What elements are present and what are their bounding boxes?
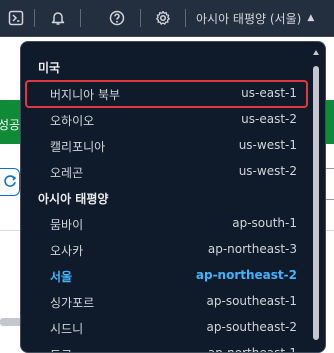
region-selector-label: 아시아 태평양 (서울) [196,11,302,26]
refresh-icon [4,175,17,187]
settings-button[interactable] [145,0,181,36]
region-name: 뭄바이 [50,218,84,232]
region-code: us-west-1 [238,138,297,152]
help-button[interactable] [99,0,135,36]
region-name: 오하이오 [50,114,95,128]
region-item-ap-northeast-3[interactable]: 오사카 ap-northeast-3 [25,236,308,264]
region-code: ap-northeast-3 [207,242,297,256]
region-item-us-west-2[interactable]: 오레곤 us-west-2 [25,158,308,186]
region-item-ap-southeast-1[interactable]: 싱가포르 ap-southeast-1 [25,288,308,316]
bell-icon [51,12,65,25]
region-item-us-east-1[interactable]: 버지니아 북부 us-east-1 [25,80,308,108]
region-code: ap-southeast-2 [206,320,297,334]
group-label-asia-pacific: 아시아 태평양 [38,192,109,206]
help-icon [109,10,125,26]
region-item-ap-south-1[interactable]: 뭄바이 ap-south-1 [25,210,308,238]
region-name: 오레곤 [50,166,84,180]
nav-separator [140,9,141,27]
region-name: 오사카 [50,244,84,258]
region-item-us-east-2[interactable]: 오하이오 us-east-2 [25,106,308,134]
region-item-us-west-1[interactable]: 캘리포니아 us-west-1 [25,132,308,160]
region-name: 시드니 [50,322,84,336]
scroll-up-icon[interactable] [313,50,319,55]
scroll-thumb[interactable] [313,66,319,340]
banner-text: 성공 [0,118,21,132]
gear-icon [156,10,170,25]
cloudshell-button[interactable] [0,0,34,36]
caret-up-icon: ▲ [307,13,315,23]
region-code: ap-south-1 [232,216,297,230]
refresh-button[interactable] [0,168,20,196]
region-name: 서울 [50,270,73,284]
horizontal-scrollbar[interactable] [0,318,22,326]
region-code: us-east-2 [241,112,297,126]
terminal-icon [8,10,24,26]
nav-separator [34,9,35,27]
region-code: us-west-2 [238,164,297,178]
region-code: ap-northeast-2 [195,268,297,282]
nav-separator [185,9,186,27]
region-code: us-east-1 [241,86,297,100]
region-code: ap-southeast-1 [206,294,297,308]
region-item-ap-northeast-1[interactable]: 도쿄 ap-northeast-1 [25,340,308,352]
nav-separator [80,9,81,27]
notifications-button[interactable] [40,0,76,36]
region-selector[interactable]: 아시아 태평양 (서울) ▲ [196,0,314,36]
region-name: 싱가포르 [50,296,95,310]
dropdown-scrollbar[interactable] [313,50,319,348]
region-item-ap-southeast-2[interactable]: 시드니 ap-southeast-2 [25,314,308,342]
group-label-us: 미국 [38,61,61,75]
top-nav: 아시아 태평양 (서울) ▲ [0,0,334,37]
region-name: 버지니아 북부 [50,88,121,102]
region-name: 캘리포니아 [50,140,106,154]
region-item-ap-northeast-2[interactable]: 서울 ap-northeast-2 [25,262,308,290]
region-dropdown: 미국 버지니아 북부 us-east-1 오하이오 us-east-2 캘리포니… [20,41,326,353]
